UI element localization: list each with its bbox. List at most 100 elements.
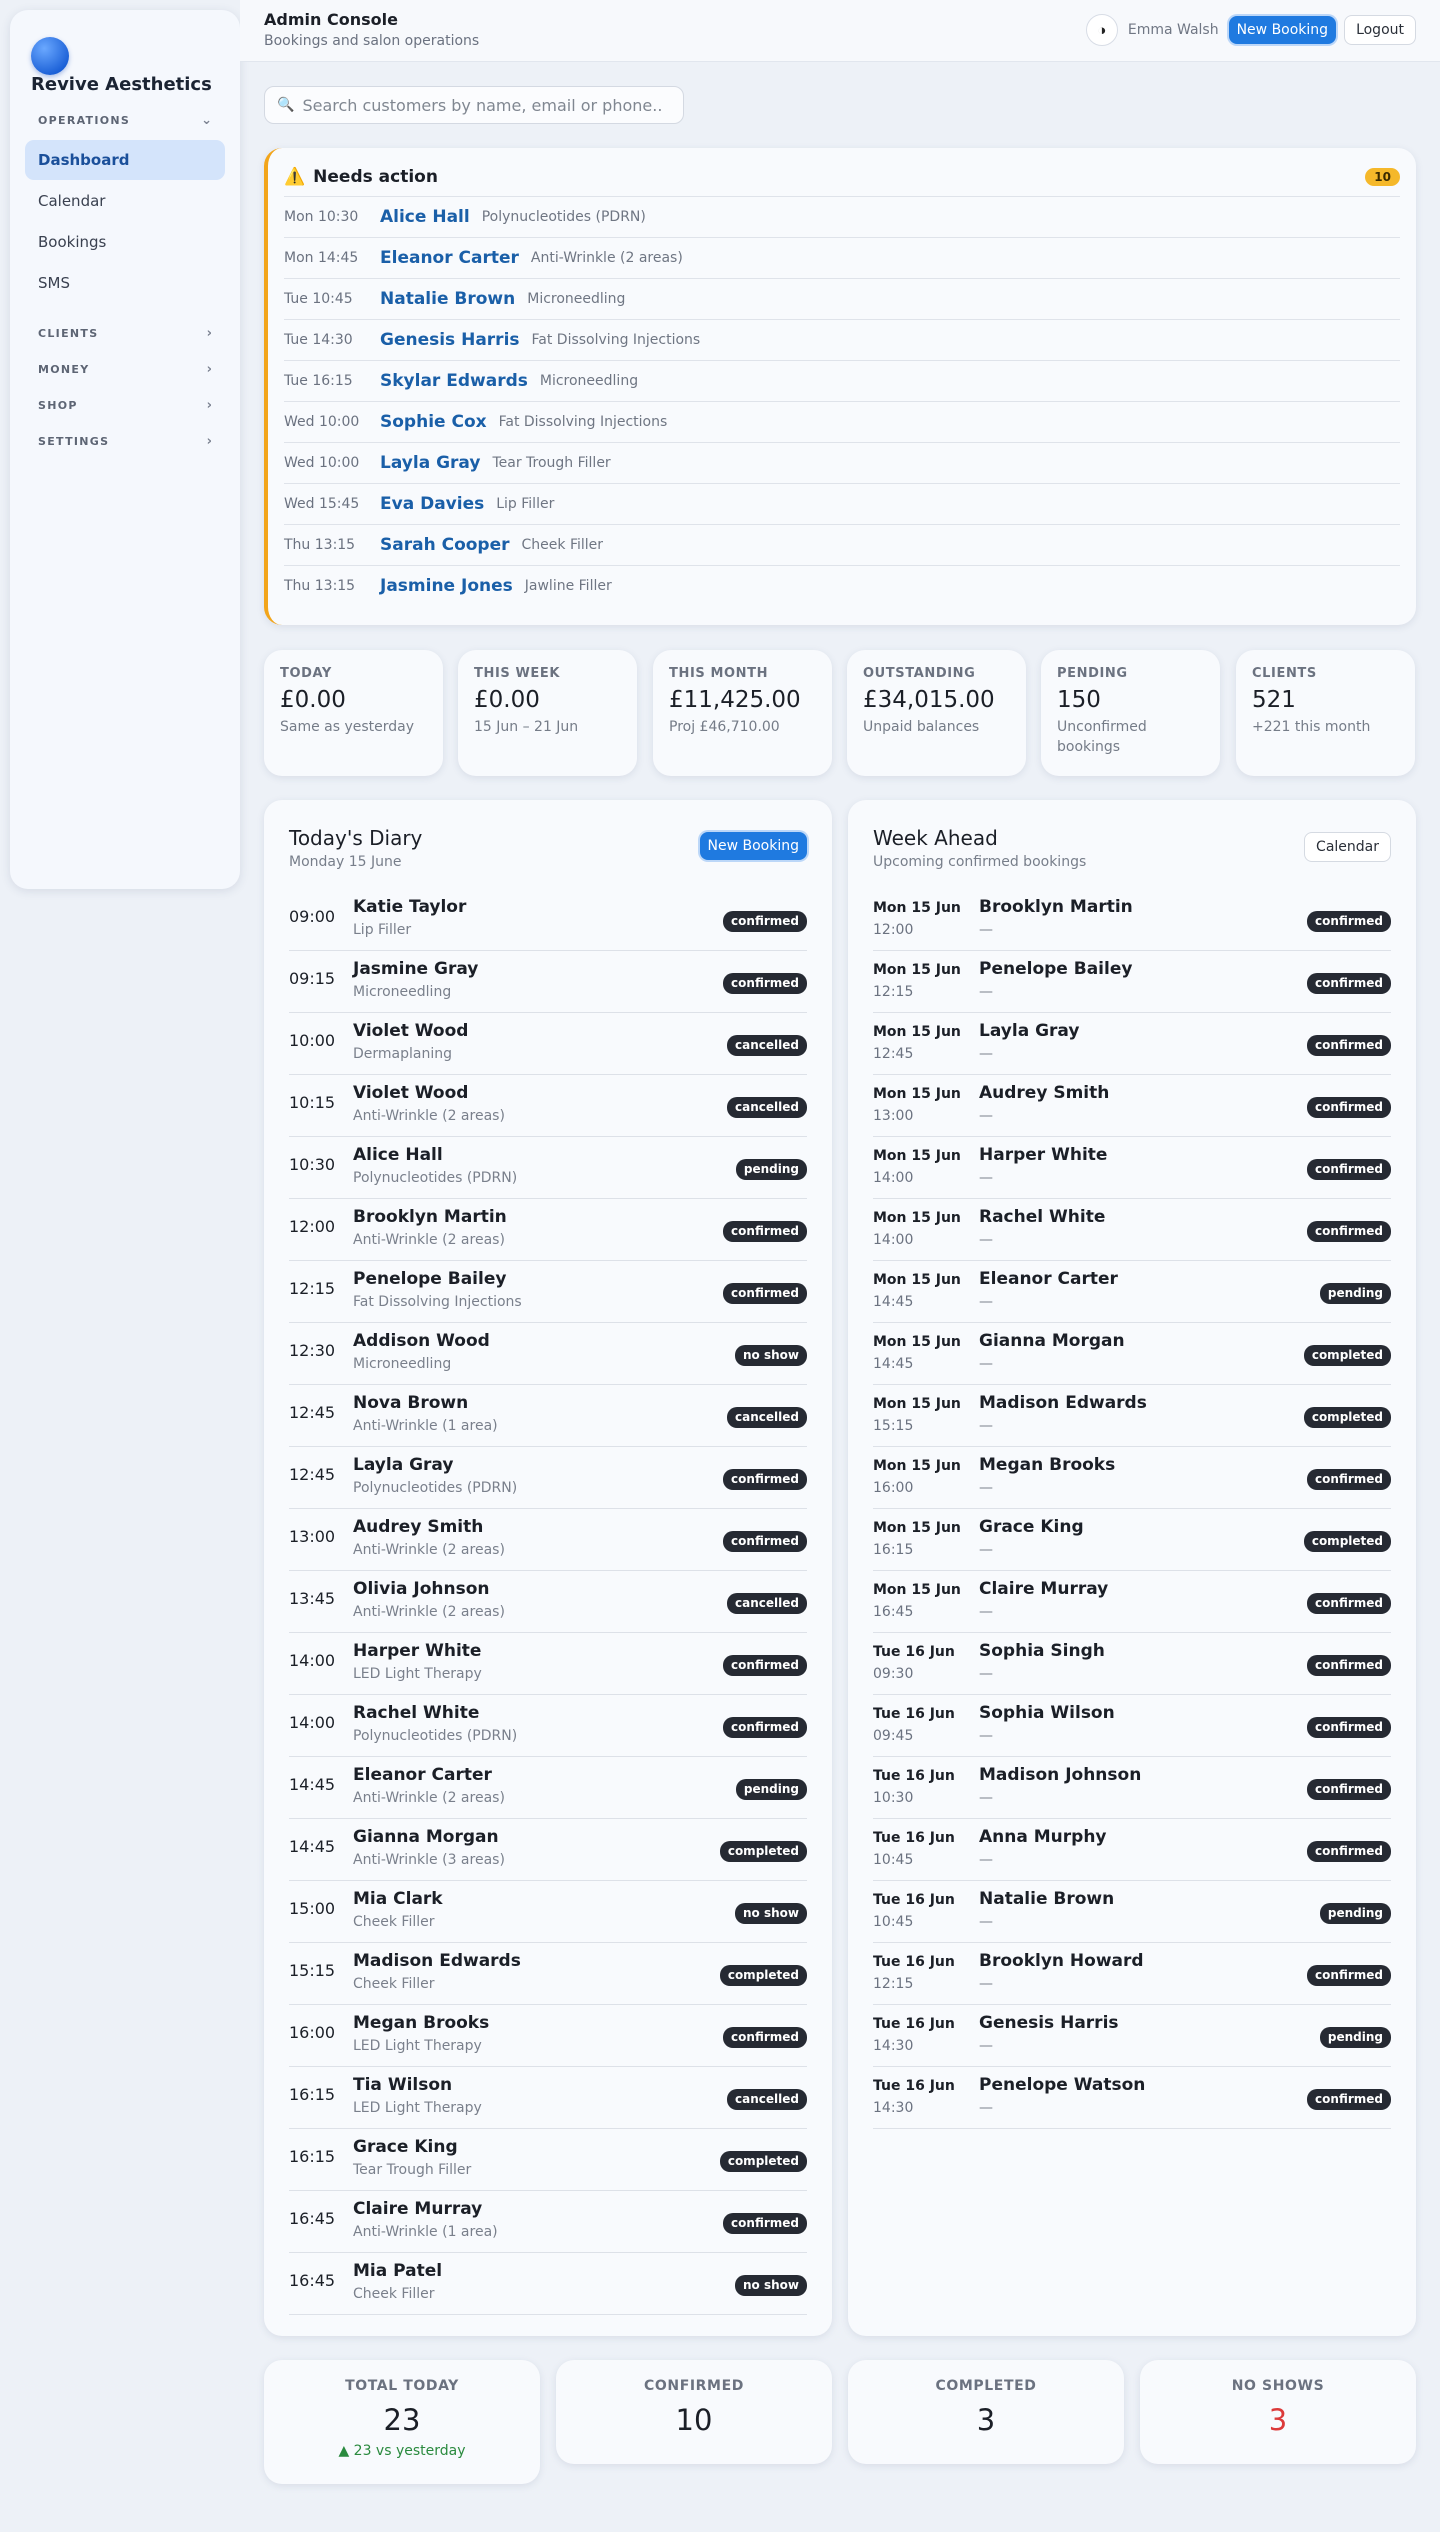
service-name: Anti-Wrinkle (2 areas) — [353, 1604, 505, 1620]
diary-row[interactable]: 14:00 Harper White LED Light Therapy confir… — [289, 1633, 807, 1695]
needs-action-row[interactable]: Tue 16:15 Skylar Edwards Microneedling — [284, 360, 1400, 401]
week-row[interactable]: Tue 16 Jun 12:15 Brooklyn Howard — confirmed — [873, 1943, 1391, 2005]
stat-value: 521 — [1252, 687, 1296, 713]
needs-action-row[interactable]: Wed 10:00 Layla Gray Tear Trough Filler — [284, 442, 1400, 483]
sidebar-item-sms[interactable]: SMS — [25, 263, 225, 303]
client-name: Claire Murray — [979, 1579, 1109, 1599]
week-row[interactable]: Mon 15 Jun 12:15 Penelope Bailey — confirmed — [873, 951, 1391, 1013]
needs-action-time: Mon 10:30 — [284, 209, 359, 225]
status-badge: no show — [735, 1903, 807, 1924]
diary-row[interactable]: 10:00 Violet Wood Dermaplaning cancelled — [289, 1013, 807, 1075]
search-input[interactable] — [302, 95, 663, 115]
needs-action-row[interactable]: Wed 10:00 Sophie Cox Fat Dissolving Inject… — [284, 401, 1400, 442]
brand[interactable]: Revive Aesthetics — [25, 28, 225, 100]
header-actions: ◑ Emma Walsh New Booking Logout — [1085, 14, 1416, 46]
week-row[interactable]: Mon 15 Jun 12:00 Brooklyn Martin — confirmed — [873, 889, 1391, 951]
customer-search[interactable]: 🔍 — [264, 86, 684, 124]
nav-section-shop[interactable]: SHOP › — [25, 393, 225, 417]
needs-action-client-link[interactable]: Sarah Cooper — [380, 535, 510, 555]
nav-section-settings[interactable]: SETTINGS › — [25, 429, 225, 453]
client-name: Jasmine Gray — [353, 959, 479, 979]
week-row[interactable]: Tue 16 Jun 14:30 Penelope Watson — confirmed — [873, 2067, 1391, 2129]
chevron-right-icon: › — [206, 433, 212, 449]
needs-action-client-link[interactable]: Jasmine Jones — [380, 576, 513, 596]
booking-date: Tue 16 Jun — [873, 2016, 955, 2032]
week-row[interactable]: Mon 15 Jun 14:00 Harper White — confirmed — [873, 1137, 1391, 1199]
service-name: Fat Dissolving Injections — [353, 1294, 522, 1310]
needs-action-row[interactable]: Thu 13:15 Sarah Cooper Cheek Filler — [284, 524, 1400, 565]
appointment-time: 13:45 — [289, 1589, 336, 1608]
week-row[interactable]: Tue 16 Jun 10:30 Madison Johnson — confirmed — [873, 1757, 1391, 1819]
week-row[interactable]: Mon 15 Jun 15:15 Madison Edwards — completed — [873, 1385, 1391, 1447]
needs-action-row[interactable]: Mon 10:30 Alice Hall Polynucleotides (PDRN… — [284, 196, 1400, 237]
nav-section-operations[interactable]: OPERATIONS ⌄ — [25, 108, 225, 132]
week-row[interactable]: Tue 16 Jun 14:30 Genesis Harris — pending — [873, 2005, 1391, 2067]
booking-time: 16:15 — [873, 1542, 914, 1558]
diary-row[interactable]: 09:00 Katie Taylor Lip Filler confirmed — [289, 889, 807, 951]
needs-action-row[interactable]: Tue 10:45 Natalie Brown Microneedling — [284, 278, 1400, 319]
needs-action-row[interactable]: Wed 15:45 Eva Davies Lip Filler — [284, 483, 1400, 524]
sidebar-item-dashboard[interactable]: Dashboard — [25, 140, 225, 180]
diary-row[interactable]: 12:00 Brooklyn Martin Anti-Wrinkle (2 area… — [289, 1199, 807, 1261]
week-row[interactable]: Mon 15 Jun 16:45 Claire Murray — confirmed — [873, 1571, 1391, 1633]
nav-section-clients[interactable]: CLIENTS › — [25, 321, 225, 345]
diary-row[interactable]: 10:15 Violet Wood Anti-Wrinkle (2 areas) ca… — [289, 1075, 807, 1137]
diary-row[interactable]: 15:15 Madison Edwards Cheek Filler complete… — [289, 1943, 807, 2005]
client-name: Layla Gray — [353, 1455, 454, 1475]
nav-section-money[interactable]: MONEY › — [25, 357, 225, 381]
week-row[interactable]: Mon 15 Jun 14:00 Rachel White — confirmed — [873, 1199, 1391, 1261]
diary-row[interactable]: 12:45 Nova Brown Anti-Wrinkle (1 area) canc… — [289, 1385, 807, 1447]
diary-row[interactable]: 12:15 Penelope Bailey Fat Dissolving Injec… — [289, 1261, 807, 1323]
needs-action-client-link[interactable]: Genesis Harris — [380, 330, 520, 350]
diary-row[interactable]: 16:00 Megan Brooks LED Light Therapy confir… — [289, 2005, 807, 2067]
diary-row[interactable]: 14:45 Eleanor Carter Anti-Wrinkle (2 areas… — [289, 1757, 807, 1819]
needs-action-client-link[interactable]: Eva Davies — [380, 494, 484, 514]
sidebar-item-bookings[interactable]: Bookings — [25, 222, 225, 262]
week-row[interactable]: Tue 16 Jun 09:45 Sophia Wilson — confirmed — [873, 1695, 1391, 1757]
week-row[interactable]: Mon 15 Jun 14:45 Gianna Morgan — completed — [873, 1323, 1391, 1385]
diary-row[interactable]: 09:15 Jasmine Gray Microneedling confirmed — [289, 951, 807, 1013]
calendar-button[interactable]: Calendar — [1304, 832, 1391, 862]
client-name: Grace King — [979, 1517, 1084, 1537]
needs-action-client-link[interactable]: Alice Hall — [380, 207, 470, 227]
diary-row[interactable]: 12:30 Addison Wood Microneedling no show — [289, 1323, 807, 1385]
diary-row[interactable]: 16:45 Mia Patel Cheek Filler no show — [289, 2253, 807, 2315]
needs-action-row[interactable]: Thu 13:15 Jasmine Jones Jawline Filler — [284, 565, 1400, 606]
week-row[interactable]: Mon 15 Jun 14:45 Eleanor Carter — pending — [873, 1261, 1391, 1323]
status-badge: completed — [1303, 1345, 1391, 1366]
stat-value: £0.00 — [474, 687, 540, 713]
sidebar-item-calendar[interactable]: Calendar — [25, 181, 225, 221]
needs-action-row[interactable]: Mon 14:45 Eleanor Carter Anti-Wrinkle (2 a… — [284, 237, 1400, 278]
status-badge: confirmed — [1307, 2089, 1391, 2110]
theme-toggle-button[interactable]: ◑ — [1085, 14, 1118, 46]
new-booking-button[interactable]: New Booking — [1228, 16, 1337, 44]
needs-action-client-link[interactable]: Natalie Brown — [380, 289, 515, 309]
stat-label: PENDING — [1057, 666, 1128, 681]
needs-action-client-link[interactable]: Skylar Edwards — [380, 371, 528, 391]
week-row[interactable]: Mon 15 Jun 12:45 Layla Gray — confirmed — [873, 1013, 1391, 1075]
diary-row[interactable]: 15:00 Mia Clark Cheek Filler no show — [289, 1881, 807, 1943]
week-row[interactable]: Mon 15 Jun 13:00 Audrey Smith — confirmed — [873, 1075, 1391, 1137]
diary-new-booking-button[interactable]: New Booking — [699, 832, 807, 860]
booking-date: Mon 15 Jun — [873, 1520, 961, 1536]
diary-row[interactable]: 16:15 Tia Wilson LED Light Therapy cancelle… — [289, 2067, 807, 2129]
needs-action-row[interactable]: Tue 14:30 Genesis Harris Fat Dissolving In… — [284, 319, 1400, 360]
diary-row[interactable]: 13:45 Olivia Johnson Anti-Wrinkle (2 areas… — [289, 1571, 807, 1633]
diary-row[interactable]: 10:30 Alice Hall Polynucleotides (PDRN) pen… — [289, 1137, 807, 1199]
logout-button[interactable]: Logout — [1344, 15, 1416, 45]
diary-row[interactable]: 14:00 Rachel White Polynucleotides (PDRN) c… — [289, 1695, 807, 1757]
needs-action-client-link[interactable]: Layla Gray — [380, 453, 480, 473]
diary-row[interactable]: 16:45 Claire Murray Anti-Wrinkle (1 area) c… — [289, 2191, 807, 2253]
diary-row[interactable]: 12:45 Layla Gray Polynucleotides (PDRN) con… — [289, 1447, 807, 1509]
week-row[interactable]: Mon 15 Jun 16:00 Megan Brooks — confirmed — [873, 1447, 1391, 1509]
diary-row[interactable]: 16:15 Grace King Tear Trough Filler complet… — [289, 2129, 807, 2191]
week-row[interactable]: Tue 16 Jun 10:45 Natalie Brown — pending — [873, 1881, 1391, 1943]
diary-row[interactable]: 13:00 Audrey Smith Anti-Wrinkle (2 areas) c… — [289, 1509, 807, 1571]
week-row[interactable]: Tue 16 Jun 09:30 Sophia Singh — confirmed — [873, 1633, 1391, 1695]
needs-action-client-link[interactable]: Sophie Cox — [380, 412, 487, 432]
week-row[interactable]: Tue 16 Jun 10:45 Anna Murphy — confirmed — [873, 1819, 1391, 1881]
week-row[interactable]: Mon 15 Jun 16:15 Grace King — completed — [873, 1509, 1391, 1571]
needs-action-client-link[interactable]: Eleanor Carter — [380, 248, 519, 268]
client-name: Rachel White — [353, 1703, 480, 1723]
diary-row[interactable]: 14:45 Gianna Morgan Anti-Wrinkle (3 areas)… — [289, 1819, 807, 1881]
